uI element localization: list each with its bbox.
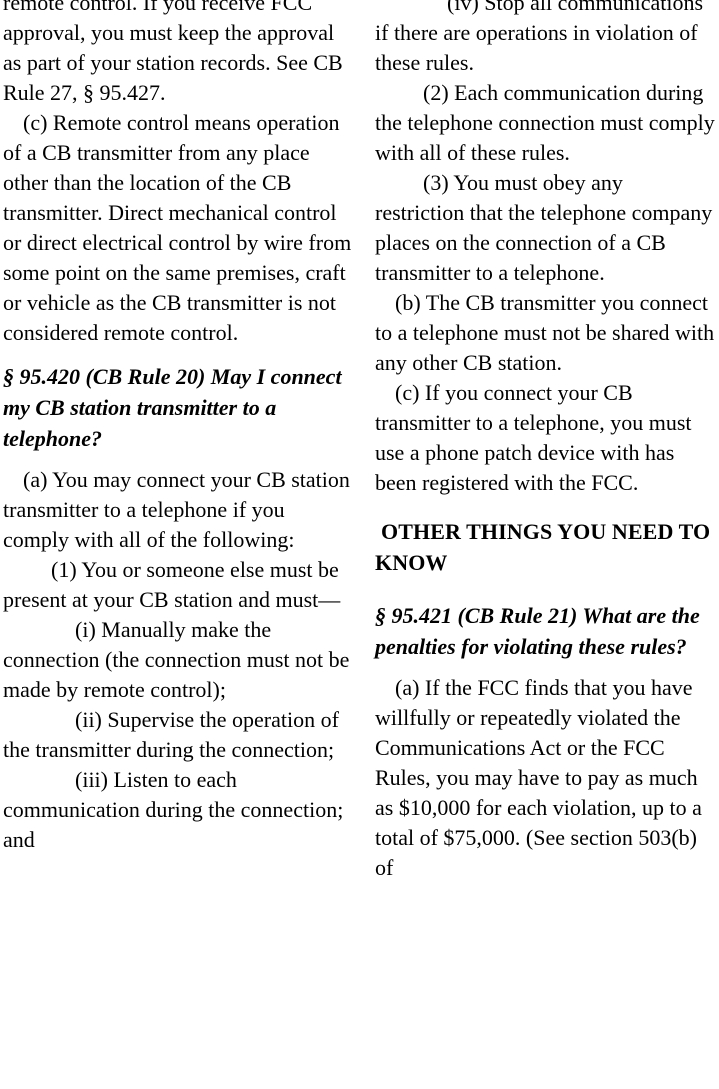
- paragraph-iii-listen: (iii) Listen to each communication durin…: [3, 767, 344, 852]
- document-page: remote control. If you receive FCC appro…: [0, 0, 719, 1089]
- paragraph-2-each-communication: (2) Each communication during the teleph…: [375, 80, 715, 165]
- paragraph-remote-control-approval: remote control. If you receive FCC appro…: [3, 0, 343, 105]
- left-column: remote control. If you receive FCC appro…: [0, 0, 358, 855]
- section-heading-95-420: § 95.420 (CB Rule 20) May I connect my C…: [3, 364, 342, 451]
- section-heading-95-421: § 95.421 (CB Rule 21) What are the penal…: [375, 603, 700, 659]
- paragraph-iv-stop-all: (iv) Stop all communications if there ar…: [375, 0, 704, 75]
- paragraph-ii-supervise: (ii) Supervise the operation of the tran…: [3, 707, 339, 762]
- right-column: (iv) Stop all communications if there ar…: [358, 0, 719, 883]
- paragraph-1-you-or-someone-else: (1) You or someone else must be present …: [3, 557, 341, 612]
- major-heading-other-things-you-need-to-know: OTHER THINGS YOU NEED TO KNOW: [375, 519, 711, 575]
- two-column-layout: remote control. If you receive FCC appro…: [0, 0, 719, 883]
- paragraph-3-obey-restriction: (3) You must obey any restriction that t…: [375, 170, 713, 285]
- paragraph-b-not-shared: (b) The CB transmitter you connect to a …: [375, 290, 715, 375]
- paragraph-c-remote-control-means: (c) Remote control means operation of a …: [3, 110, 352, 345]
- paragraph-a-you-may-connect: (a) You may connect your CB station tran…: [3, 467, 350, 552]
- paragraph-c-phone-patch: (c) If you connect your CB transmitter t…: [375, 380, 692, 495]
- paragraph-a-penalties: (a) If the FCC finds that you have willf…: [375, 675, 702, 880]
- paragraph-i-manually-make: (i) Manually make the connection (the co…: [3, 617, 350, 702]
